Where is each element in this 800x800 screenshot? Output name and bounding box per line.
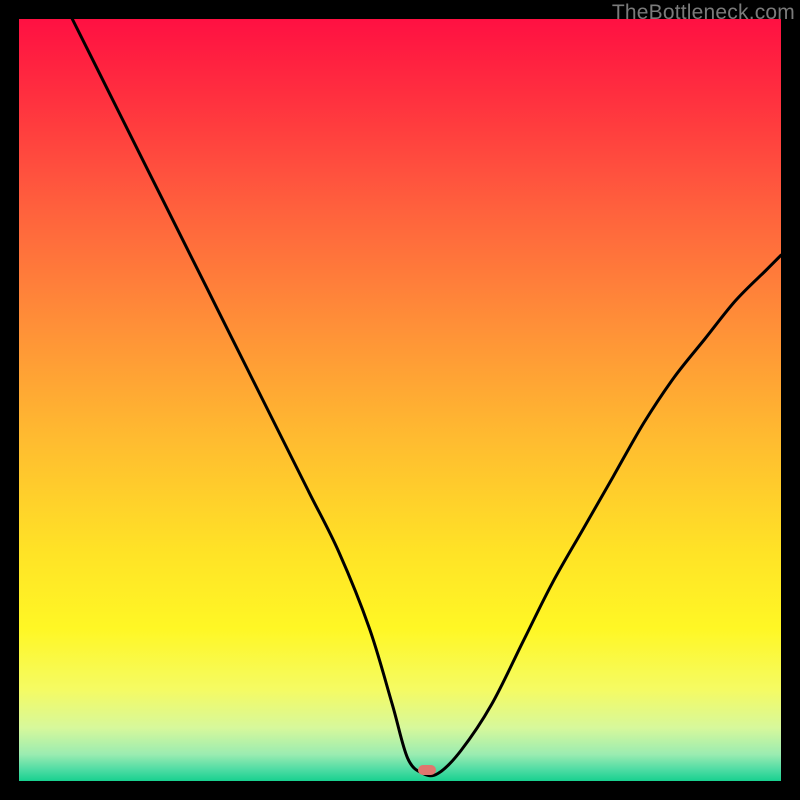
chart-stage: TheBottleneck.com: [0, 0, 800, 800]
bottleneck-curve: [19, 19, 781, 781]
plot-area: [19, 19, 781, 781]
optimal-marker: [418, 765, 436, 775]
watermark-text: TheBottleneck.com: [612, 1, 795, 25]
